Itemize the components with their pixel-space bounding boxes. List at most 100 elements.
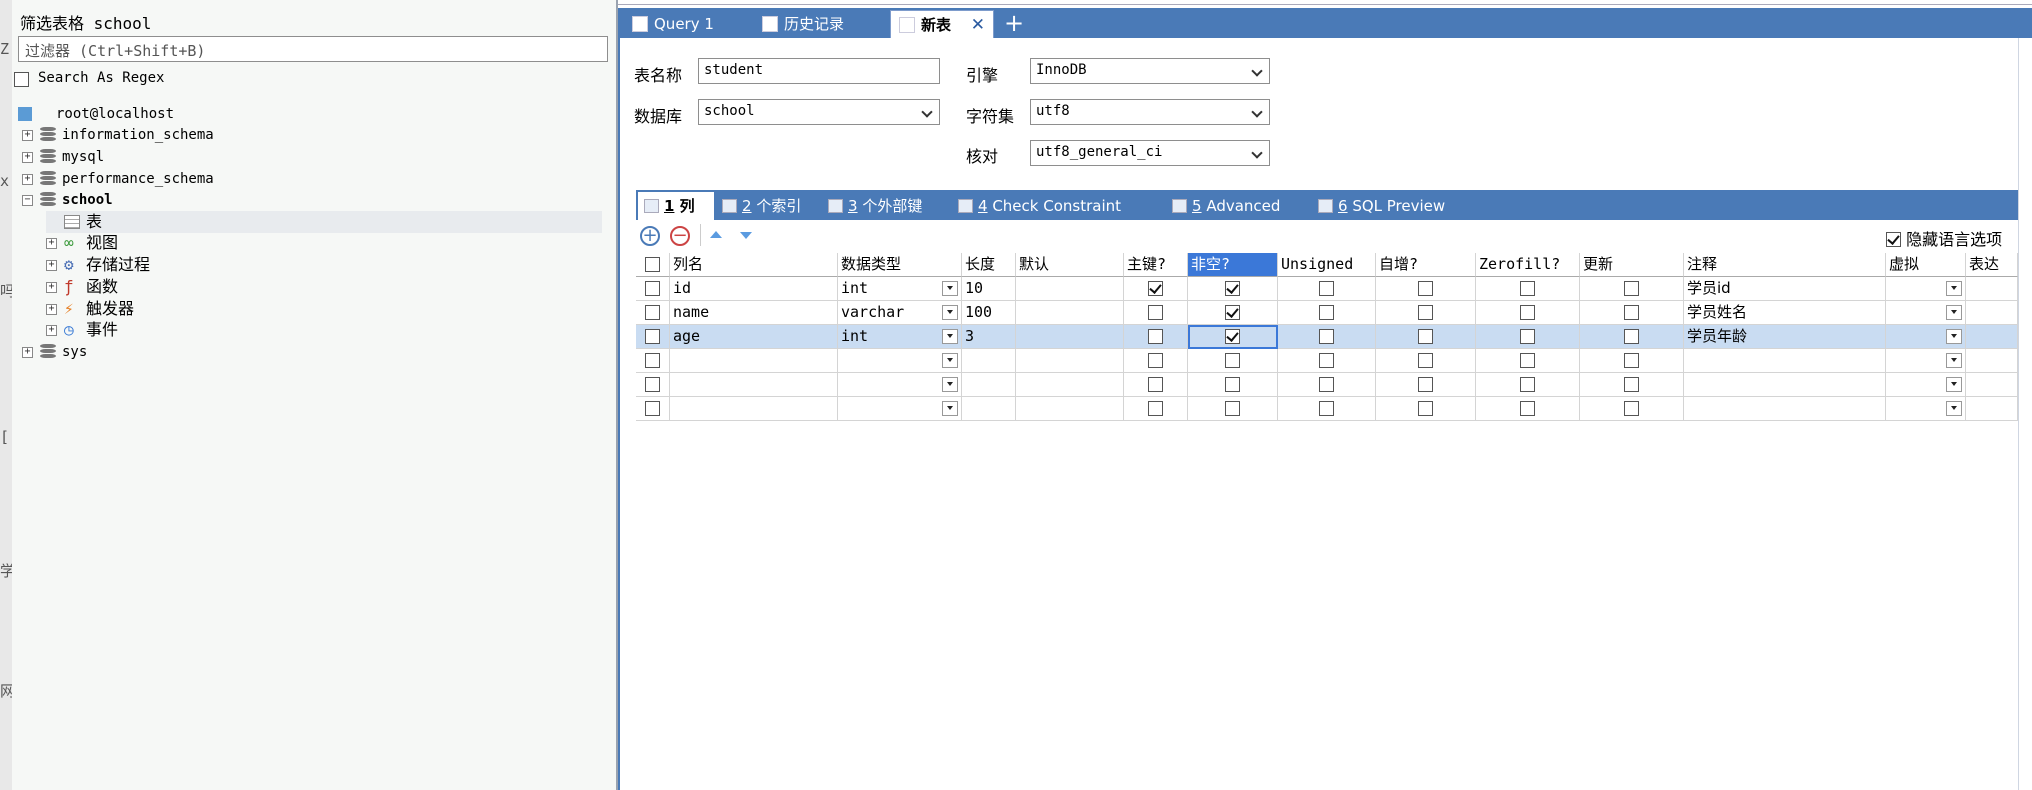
update-checkbox[interactable] <box>1623 329 1639 344</box>
header-cell[interactable]: 表达 <box>1966 253 2018 277</box>
expression-cell[interactable] <box>1966 373 2018 397</box>
db-information-schema[interactable]: + information_schema <box>22 124 602 146</box>
pk-checkbox[interactable] <box>1147 377 1163 392</box>
expand-icon[interactable]: + <box>46 304 57 315</box>
column-name-cell[interactable]: name <box>670 301 838 325</box>
update-cell[interactable] <box>1580 349 1684 373</box>
unsigned-cell[interactable] <box>1278 325 1376 349</box>
column-name-cell[interactable] <box>670 349 838 373</box>
subtab-3[interactable]: 3 个外部键 <box>822 192 944 220</box>
chevron-down-icon[interactable] <box>942 329 958 344</box>
remove-column-icon[interactable]: − <box>670 226 690 246</box>
header-cell[interactable]: 注释 <box>1684 253 1886 277</box>
hide-lang-option[interactable]: 隐藏语言选项 <box>1886 226 2002 250</box>
comment-cell[interactable]: 学员年龄 <box>1684 325 1886 349</box>
column-name-cell[interactable]: age <box>670 325 838 349</box>
filter-input[interactable]: 过滤器 (Ctrl+Shift+B) <box>18 36 608 62</box>
unsigned-cell[interactable] <box>1278 349 1376 373</box>
zerofill-checkbox[interactable] <box>1519 377 1535 392</box>
table-name-input[interactable]: student <box>698 58 940 84</box>
pk-checkbox[interactable] <box>1147 353 1163 368</box>
subtab-5[interactable]: 5 Advanced <box>1166 192 1302 220</box>
notnull-checkbox[interactable] <box>1224 305 1240 320</box>
autoinc-cell[interactable] <box>1376 397 1476 421</box>
notnull-checkbox[interactable] <box>1224 281 1240 296</box>
db-sys[interactable]: + sys <box>22 341 602 363</box>
expand-icon[interactable]: + <box>22 130 33 141</box>
data-type-cell[interactable] <box>838 397 962 421</box>
update-checkbox[interactable] <box>1623 401 1639 416</box>
collation-select[interactable]: utf8_general_ci <box>1030 140 1270 166</box>
update-checkbox[interactable] <box>1623 353 1639 368</box>
chevron-down-icon[interactable] <box>942 305 958 320</box>
notnull-checkbox[interactable] <box>1224 401 1240 416</box>
notnull-checkbox[interactable] <box>1224 353 1240 368</box>
header-cell[interactable]: 长度 <box>962 253 1016 277</box>
header-cell[interactable]: 默认 <box>1016 253 1124 277</box>
length-cell[interactable] <box>962 397 1016 421</box>
default-cell[interactable] <box>1016 277 1124 301</box>
pk-cell[interactable] <box>1124 397 1188 421</box>
subtab-2[interactable]: 2 个索引 <box>716 192 820 220</box>
expression-cell[interactable] <box>1966 397 2018 421</box>
zerofill-checkbox[interactable] <box>1519 401 1535 416</box>
tab-2[interactable]: 新表 ✕ <box>890 10 994 38</box>
unsigned-checkbox[interactable] <box>1318 377 1334 392</box>
notnull-cell[interactable] <box>1188 397 1278 421</box>
pk-checkbox[interactable] <box>1147 281 1163 296</box>
notnull-cell[interactable] <box>1188 349 1278 373</box>
header-cell[interactable]: 列名 <box>670 253 838 277</box>
tab-1[interactable]: 历史记录 <box>754 10 880 38</box>
header-cell[interactable]: 自增? <box>1376 253 1476 277</box>
column-name-cell[interactable]: id <box>670 277 838 301</box>
length-cell[interactable]: 10 <box>962 277 1016 301</box>
move-down-icon[interactable] <box>740 232 752 239</box>
expand-icon[interactable]: + <box>22 174 33 185</box>
regex-option[interactable]: Search As Regex <box>14 70 164 91</box>
update-cell[interactable] <box>1580 301 1684 325</box>
chevron-down-icon[interactable] <box>1946 281 1962 296</box>
expand-icon[interactable]: + <box>22 347 33 358</box>
expand-icon[interactable]: + <box>46 325 57 336</box>
hide-lang-checkbox[interactable] <box>1886 232 1901 247</box>
header-cell[interactable]: Unsigned <box>1278 253 1376 277</box>
comment-cell[interactable] <box>1684 397 1886 421</box>
zerofill-cell[interactable] <box>1476 301 1580 325</box>
autoinc-cell[interactable] <box>1376 373 1476 397</box>
zerofill-checkbox[interactable] <box>1519 281 1535 296</box>
default-cell[interactable] <box>1016 373 1124 397</box>
notnull-checkbox[interactable] <box>1224 377 1240 392</box>
data-type-cell[interactable] <box>838 349 962 373</box>
unsigned-cell[interactable] <box>1278 277 1376 301</box>
db-performance-schema[interactable]: + performance_schema <box>22 168 602 190</box>
length-cell[interactable]: 3 <box>962 325 1016 349</box>
expand-icon[interactable]: + <box>46 238 57 249</box>
update-cell[interactable] <box>1580 397 1684 421</box>
school-procedures[interactable]: + ⚙ 存储过程 <box>46 254 602 276</box>
virtual-cell[interactable] <box>1886 325 1966 349</box>
default-cell[interactable] <box>1016 397 1124 421</box>
chevron-down-icon[interactable] <box>1946 353 1962 368</box>
chevron-down-icon[interactable] <box>942 281 958 296</box>
pk-cell[interactable] <box>1124 325 1188 349</box>
row-checkbox[interactable] <box>644 401 660 416</box>
pk-checkbox[interactable] <box>1147 305 1163 320</box>
tab-0[interactable]: Query 1 <box>624 10 750 38</box>
connection-root[interactable]: root@localhost <box>16 103 602 125</box>
chevron-down-icon[interactable] <box>942 353 958 368</box>
school-views[interactable]: + ∞ 视图 <box>46 232 602 254</box>
zerofill-cell[interactable] <box>1476 325 1580 349</box>
comment-cell[interactable]: 学员姓名 <box>1684 301 1886 325</box>
notnull-checkbox[interactable] <box>1224 329 1240 344</box>
unsigned-checkbox[interactable] <box>1318 305 1334 320</box>
length-cell[interactable] <box>962 373 1016 397</box>
zerofill-cell[interactable] <box>1476 397 1580 421</box>
row-select-cell[interactable] <box>636 349 670 373</box>
chevron-down-icon[interactable] <box>942 401 958 416</box>
zerofill-cell[interactable] <box>1476 373 1580 397</box>
unsigned-checkbox[interactable] <box>1318 281 1334 296</box>
data-type-cell[interactable]: int <box>838 277 962 301</box>
row-checkbox[interactable] <box>644 353 660 368</box>
notnull-cell[interactable] <box>1188 325 1278 349</box>
comment-cell[interactable] <box>1684 373 1886 397</box>
